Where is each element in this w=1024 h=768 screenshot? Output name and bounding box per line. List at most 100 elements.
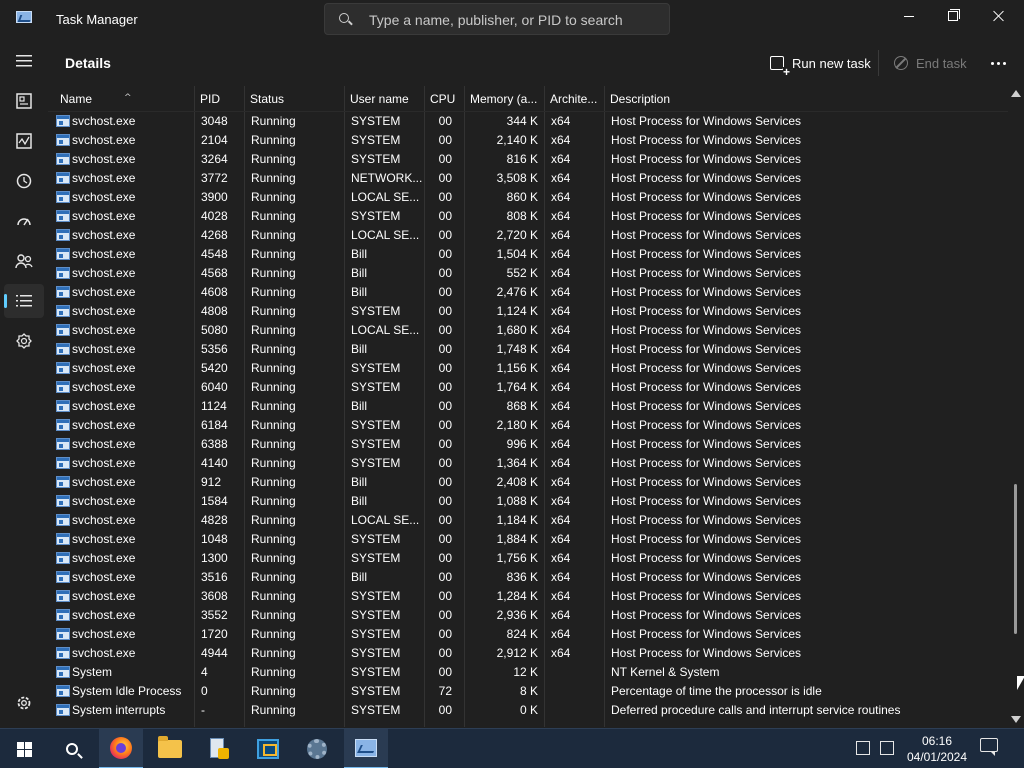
scroll-up-arrow-icon[interactable] (1011, 90, 1021, 97)
nav-services[interactable] (4, 324, 44, 358)
nav-users[interactable] (4, 244, 44, 278)
nav-details[interactable] (4, 284, 44, 318)
table-row[interactable]: svchost.exe 1300 Running SYSTEM 00 1,756 K x64… (48, 549, 1008, 568)
process-user-name: SYSTEM (351, 437, 401, 451)
process-status: Running (251, 399, 296, 413)
process-user-name: SYSTEM (351, 133, 401, 147)
close-button[interactable] (976, 0, 1022, 32)
table-row[interactable]: svchost.exe 4944 Running SYSTEM 00 2,912 K x64… (48, 644, 1008, 663)
nav-processes[interactable] (4, 84, 44, 118)
start-button[interactable] (0, 729, 48, 768)
table-row[interactable]: svchost.exe 6040 Running SYSTEM 00 1,764 K x64… (48, 378, 1008, 397)
restore-button[interactable] (930, 0, 976, 32)
hamburger-menu-button[interactable] (4, 44, 44, 78)
column-header-user-name[interactable]: User name (344, 86, 424, 112)
process-architecture: x64 (551, 133, 571, 147)
table-row[interactable]: svchost.exe 912 Running Bill 00 2,408 K x64 Hos… (48, 473, 1008, 492)
process-description: Host Process for Windows Services (611, 285, 802, 299)
keyboard-layout-icon[interactable] (856, 741, 870, 755)
process-icon (56, 343, 70, 355)
search-box[interactable] (324, 3, 670, 35)
taskbar-clock[interactable]: 06:16 04/01/2024 (904, 733, 970, 765)
nav-startup-apps[interactable] (4, 204, 44, 238)
process-architecture: x64 (551, 266, 571, 280)
minimize-button[interactable] (886, 0, 932, 32)
process-pid: 3772 (201, 171, 228, 185)
details-table: Name ^ PID Status User name CPU Memory (a… (48, 86, 1008, 727)
taskbar-firefox[interactable] (99, 729, 143, 768)
process-cpu: 00 (438, 494, 452, 508)
scroll-down-arrow-icon[interactable] (1011, 716, 1021, 723)
table-row[interactable]: svchost.exe 5420 Running SYSTEM 00 1,156 K x64… (48, 359, 1008, 378)
table-row[interactable]: System Idle Process 0 Running SYSTEM 72 8 K Pe… (48, 682, 1008, 701)
process-user-name: Bill (351, 266, 368, 280)
column-header-memory[interactable]: Memory (a... (464, 86, 544, 112)
taskbar-search-button[interactable] (50, 729, 94, 768)
taskbar-remote-desktop[interactable] (246, 729, 290, 768)
clock-date: 04/01/2024 (906, 750, 968, 764)
process-name-label: svchost.exe (72, 114, 136, 128)
table-row[interactable]: svchost.exe 4568 Running Bill 00 552 K x64 Host… (48, 264, 1008, 283)
vertical-scrollbar[interactable] (1008, 86, 1024, 727)
table-row[interactable]: svchost.exe 4548 Running Bill 00 1,504 K x64 Ho… (48, 245, 1008, 264)
table-row[interactable]: svchost.exe 5356 Running Bill 00 1,748 K x64 Ho… (48, 340, 1008, 359)
nav-performance[interactable] (4, 124, 44, 158)
table-row[interactable]: svchost.exe 4140 Running SYSTEM 00 1,364 K x64… (48, 454, 1008, 473)
table-row[interactable]: svchost.exe 1584 Running Bill 00 1,088 K x64 Ho… (48, 492, 1008, 511)
taskbar-server-manager[interactable] (197, 729, 241, 768)
process-description: Host Process for Windows Services (611, 323, 802, 337)
column-header-description[interactable]: Description (604, 86, 1008, 112)
notification-center-button[interactable] (980, 738, 1002, 758)
table-row[interactable]: svchost.exe 5080 Running LOCAL SE... 00 1,680… (48, 321, 1008, 340)
table-row[interactable]: svchost.exe 3516 Running Bill 00 836 K x64 Host… (48, 568, 1008, 587)
process-pid: 912 (201, 475, 222, 489)
window-title: Task Manager (56, 12, 138, 27)
process-icon (56, 457, 70, 469)
table-row[interactable]: svchost.exe 4268 Running LOCAL SE... 00 2,720… (48, 226, 1008, 245)
column-header-cpu[interactable]: CPU (424, 86, 464, 112)
table-row[interactable]: svchost.exe 3048 Running SYSTEM 00 344 K x64 Ho… (48, 112, 1008, 131)
column-header-pid[interactable]: PID (194, 86, 244, 112)
table-row[interactable]: svchost.exe 6184 Running SYSTEM 00 2,180 K x64… (48, 416, 1008, 435)
scrollbar-thumb[interactable] (1014, 484, 1017, 634)
table-row[interactable]: System interrupts - Running SYSTEM 00 0 K Defe… (48, 701, 1008, 720)
process-name: svchost.exe (54, 359, 194, 378)
process-cpu: 00 (438, 646, 452, 660)
table-row[interactable]: svchost.exe 3900 Running LOCAL SE... 00 860 K… (48, 188, 1008, 207)
process-name: svchost.exe (54, 150, 194, 169)
column-header-status[interactable]: Status (244, 86, 344, 112)
taskbar-file-explorer[interactable] (148, 729, 192, 768)
table-row[interactable]: svchost.exe 4608 Running Bill 00 2,476 K x64 Ho… (48, 283, 1008, 302)
column-header-architecture[interactable]: Archite... (544, 86, 604, 112)
table-row[interactable]: svchost.exe 4028 Running SYSTEM 00 808 K x64 Ho… (48, 207, 1008, 226)
more-options-button[interactable] (984, 52, 1012, 74)
process-name-label: System interrupts (72, 703, 166, 717)
end-task-button[interactable]: End task (894, 48, 967, 78)
table-row[interactable]: svchost.exe 2104 Running SYSTEM 00 2,140 K x64… (48, 131, 1008, 150)
process-cpu: 00 (438, 361, 452, 375)
process-status: Running (251, 703, 296, 717)
column-header-name[interactable]: Name ^ (54, 86, 194, 112)
process-cpu: 00 (438, 209, 452, 223)
process-name-label: svchost.exe (72, 494, 136, 508)
nav-settings[interactable] (4, 686, 44, 720)
table-row[interactable]: System 4 Running SYSTEM 00 12 K NT Kernel & Sy… (48, 663, 1008, 682)
process-cpu: 00 (438, 608, 452, 622)
nav-app-history[interactable] (4, 164, 44, 198)
table-row[interactable]: svchost.exe 6388 Running SYSTEM 00 996 K x64 Ho… (48, 435, 1008, 454)
run-new-task-button[interactable]: Run new task (766, 48, 875, 78)
table-row[interactable]: svchost.exe 3772 Running NETWORK... 00 3,508 … (48, 169, 1008, 188)
taskbar-settings[interactable] (295, 729, 339, 768)
search-input[interactable] (369, 10, 659, 30)
network-icon[interactable] (880, 741, 894, 755)
table-row[interactable]: svchost.exe 3264 Running SYSTEM 00 816 K x64 Ho… (48, 150, 1008, 169)
table-row[interactable]: svchost.exe 3552 Running SYSTEM 00 2,936 K x64… (48, 606, 1008, 625)
table-row[interactable]: svchost.exe 3608 Running SYSTEM 00 1,284 K x64… (48, 587, 1008, 606)
table-row[interactable]: svchost.exe 4828 Running LOCAL SE... 00 1,184… (48, 511, 1008, 530)
process-user-name: SYSTEM (351, 551, 401, 565)
table-row[interactable]: svchost.exe 4808 Running SYSTEM 00 1,124 K x64… (48, 302, 1008, 321)
table-row[interactable]: svchost.exe 1720 Running SYSTEM 00 824 K x64 Ho… (48, 625, 1008, 644)
table-row[interactable]: svchost.exe 1048 Running SYSTEM 00 1,884 K x64… (48, 530, 1008, 549)
taskbar-task-manager[interactable] (344, 729, 388, 768)
table-row[interactable]: svchost.exe 1124 Running Bill 00 868 K x64 Host… (48, 397, 1008, 416)
